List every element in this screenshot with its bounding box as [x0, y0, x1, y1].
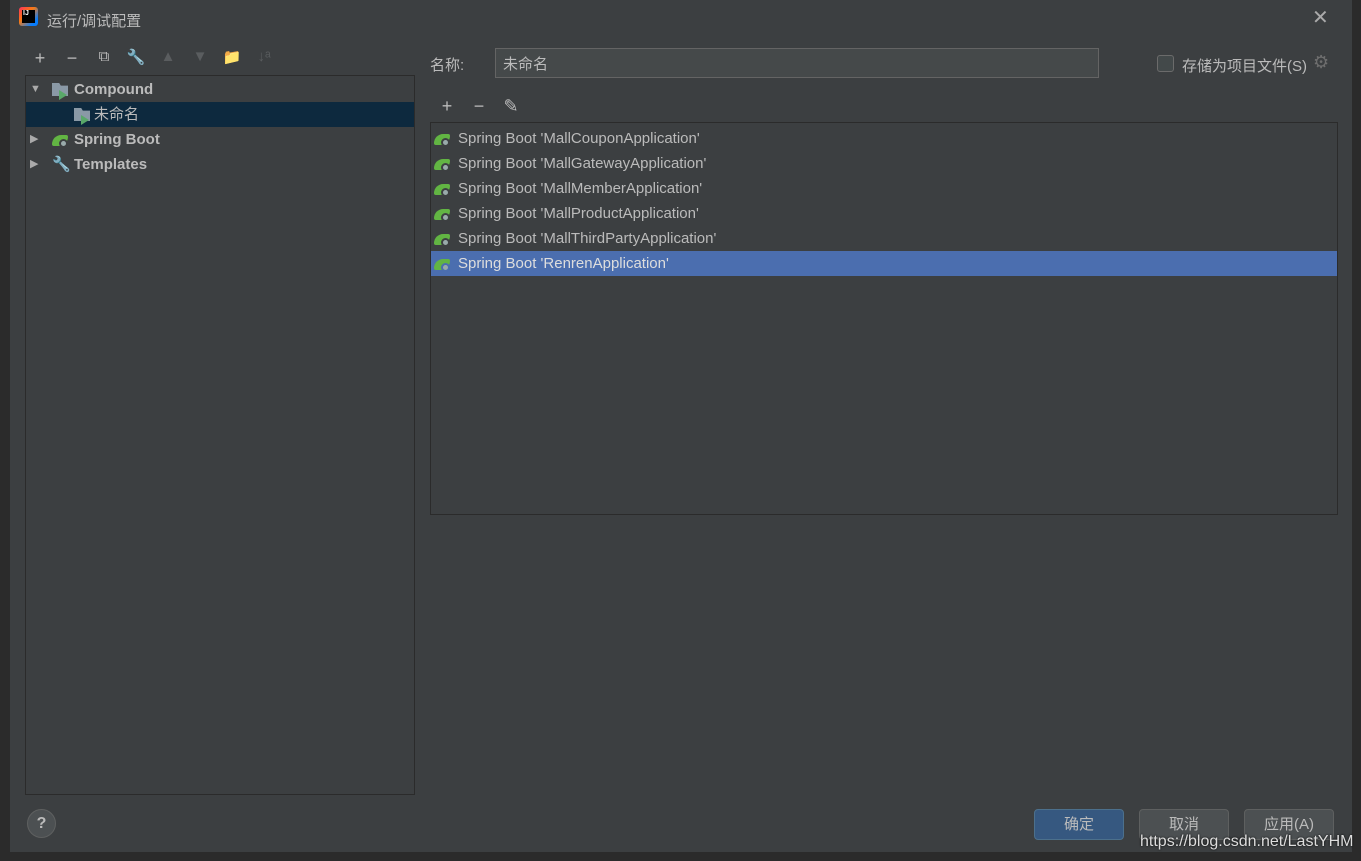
collapsed-arrow-icon[interactable]: ▶: [30, 127, 38, 152]
configuration-list-item[interactable]: Spring Boot 'MallProductApplication': [431, 201, 1337, 226]
dialog-title: 运行/调试配置: [47, 13, 142, 30]
new-folder-icon[interactable]: 📁: [220, 48, 244, 66]
configuration-tree: ▼ Compound 未命名 ▶ Spring Boot ▶ 🔧 Templat…: [25, 75, 415, 795]
configuration-label: Spring Boot 'MallGatewayApplication': [458, 155, 707, 172]
name-label: 名称:: [430, 57, 465, 74]
close-icon[interactable]: ✕: [1312, 5, 1329, 30]
spring-boot-gear-icon: [441, 138, 450, 147]
settings-gear-icon[interactable]: ⚙: [1313, 52, 1329, 73]
configuration-label: Spring Boot 'MallMemberApplication': [458, 180, 703, 197]
ok-button[interactable]: 确定: [1034, 809, 1124, 840]
tree-node-label: Templates: [74, 156, 148, 173]
tree-node-compound[interactable]: ▼ Compound: [26, 77, 414, 102]
copy-icon[interactable]: ⧉: [92, 48, 116, 65]
run-badge-icon: [59, 90, 67, 100]
spring-boot-gear-icon: [441, 188, 450, 197]
configuration-list-item[interactable]: Spring Boot 'RenrenApplication': [431, 251, 1337, 276]
expanded-arrow-icon[interactable]: ▼: [30, 77, 41, 102]
tree-node-spring-boot[interactable]: ▶ Spring Boot: [26, 127, 414, 152]
store-as-project-file-label[interactable]: 存储为项目文件(S): [1182, 55, 1307, 76]
tree-node-label: 未命名: [94, 106, 140, 123]
spring-boot-gear-icon: [441, 263, 450, 272]
add-icon[interactable]: +: [435, 96, 459, 117]
edit-icon[interactable]: ✎: [499, 96, 523, 117]
run-badge-icon: [81, 115, 89, 125]
move-up-icon[interactable]: ▲: [156, 48, 180, 65]
move-down-icon[interactable]: ▼: [188, 48, 212, 65]
remove-icon[interactable]: −: [60, 48, 84, 69]
configuration-list-item[interactable]: Spring Boot 'MallGatewayApplication': [431, 151, 1337, 176]
wrench-icon: 🔧: [52, 156, 71, 173]
tree-node-templates[interactable]: ▶ 🔧 Templates: [26, 152, 414, 177]
run-debug-configurations-dialog: IJ 运行/调试配置 ✕ ▼ Compound 未命名 ▶ Spring Boo…: [10, 0, 1352, 852]
configuration-label: Spring Boot 'MallCouponApplication': [458, 130, 700, 147]
tree-node-label: Compound: [74, 81, 154, 98]
sort-icon[interactable]: ↓ᵃ: [252, 48, 276, 65]
configuration-list-item[interactable]: Spring Boot 'MallCouponApplication': [431, 126, 1337, 151]
configuration-label: Spring Boot 'MallThirdPartyApplication': [458, 230, 717, 247]
name-input[interactable]: [495, 48, 1099, 78]
spring-boot-gear-icon: [441, 213, 450, 222]
spring-boot-gear-icon: [59, 139, 68, 148]
configuration-label: Spring Boot 'RenrenApplication': [458, 255, 669, 272]
wrench-icon[interactable]: 🔧: [124, 48, 148, 66]
spring-boot-gear-icon: [441, 163, 450, 172]
store-as-project-file-checkbox[interactable]: [1157, 55, 1174, 72]
remove-icon[interactable]: −: [467, 96, 491, 117]
tree-node-unnamed[interactable]: 未命名: [26, 102, 414, 127]
help-button[interactable]: ?: [27, 809, 56, 838]
configuration-list-item[interactable]: Spring Boot 'MallMemberApplication': [431, 176, 1337, 201]
tree-node-label: Spring Boot: [74, 131, 160, 148]
add-icon[interactable]: +: [28, 48, 52, 69]
watermark: https://blog.csdn.net/LastYHM: [1140, 833, 1354, 850]
configuration-list: Spring Boot 'MallCouponApplication' Sprin…: [430, 122, 1338, 515]
collapsed-arrow-icon[interactable]: ▶: [30, 152, 38, 177]
intellij-logo: IJ: [19, 7, 38, 26]
configuration-list-item[interactable]: Spring Boot 'MallThirdPartyApplication': [431, 226, 1337, 251]
spring-boot-gear-icon: [441, 238, 450, 247]
configuration-label: Spring Boot 'MallProductApplication': [458, 205, 699, 222]
